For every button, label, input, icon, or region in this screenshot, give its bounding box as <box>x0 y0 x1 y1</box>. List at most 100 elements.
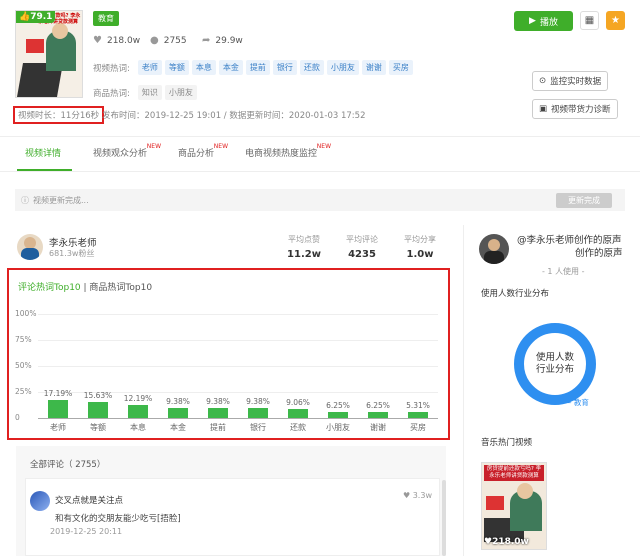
x-axis <box>38 418 438 419</box>
comments-stat: ● 2755 <box>150 35 187 46</box>
keyword-tag[interactable]: 小朋友 <box>326 60 359 75</box>
tab-audience-analysis[interactable]: 视频观众分析 NEW <box>93 143 161 159</box>
y-tick-label: 75% <box>15 335 32 344</box>
x-category-label: 还款 <box>290 423 306 432</box>
monitor-realtime-button[interactable]: ⊙ 监控实时数据 <box>532 71 609 91</box>
diagnose-button[interactable]: ▣ 视频带货力诊断 <box>532 99 618 119</box>
product-keyword-tag[interactable]: 知识 <box>137 85 162 100</box>
play-button[interactable]: ▶ 播放 <box>514 11 573 31</box>
x-category-label: 提前 <box>210 423 226 432</box>
keyword-tag[interactable]: 等额 <box>164 60 189 75</box>
monitor-icon: ⊙ <box>539 76 547 86</box>
heart-icon: ♥ <box>484 537 493 547</box>
tab-product-analysis[interactable]: 商品分析 NEW <box>178 143 228 159</box>
update-complete-button[interactable]: 更新完成 <box>556 193 612 208</box>
keyword-tag[interactable]: 本息 <box>191 60 216 75</box>
comment-time: 2019-12-25 20:11 <box>50 527 123 536</box>
commenter-name[interactable]: 交叉点就是关注点 <box>55 494 123 506</box>
comments-scrollbar[interactable] <box>442 480 446 556</box>
chart-bar[interactable] <box>128 405 148 418</box>
chart-bar[interactable] <box>208 408 228 418</box>
y-tick-label: 25% <box>15 387 32 396</box>
industry-donut: 使用人数行业分布 <box>514 323 596 405</box>
y-tick-label: 0 <box>15 413 20 422</box>
music-author-avatar[interactable] <box>479 234 509 264</box>
x-category-label: 本金 <box>170 423 186 432</box>
qr-code-button[interactable]: ▦ <box>580 11 599 30</box>
tab-product-keywords[interactable]: 商品热词Top10 <box>89 283 152 293</box>
chart-bar[interactable] <box>168 408 188 418</box>
heart-icon: ♥ <box>403 491 411 500</box>
keyword-tag[interactable]: 老师 <box>137 60 162 75</box>
video-duration: 视频时长：11分16秒 <box>13 106 105 124</box>
chart-bar[interactable] <box>88 401 108 418</box>
heart-icon: ♥ <box>93 35 102 46</box>
info-icon: ⓘ <box>21 195 29 205</box>
chart-bar[interactable] <box>328 411 348 418</box>
x-category-label: 银行 <box>250 423 266 432</box>
commenter-avatar[interactable] <box>30 491 50 511</box>
metric-avg-comments: 平均评论 4235 <box>346 235 378 260</box>
product-keyword-tag[interactable]: 小朋友 <box>164 85 197 100</box>
bar-value-label: 9.06% <box>286 397 310 407</box>
share-icon: ➦ <box>202 35 211 46</box>
category-tag: 教育 <box>93 11 119 26</box>
chart-gridline <box>38 340 438 341</box>
chart-bar[interactable] <box>408 412 428 418</box>
likes-stat: ♥ 218.0w <box>93 35 141 46</box>
x-category-label: 买房 <box>410 423 426 432</box>
keyword-tag[interactable]: 本金 <box>218 60 243 75</box>
comment-likes: ♥ 3.3w <box>403 491 432 500</box>
keyword-tag[interactable]: 提前 <box>245 60 270 75</box>
comments-header: 全部评论（ 2755） <box>30 460 106 470</box>
music-users: - 1 人使用 - <box>542 267 585 276</box>
metric-avg-shares: 平均分享 1.0w <box>404 235 436 260</box>
bar-value-label: 9.38% <box>166 397 190 407</box>
chart-bar[interactable] <box>288 408 308 418</box>
video-times: 发布时间：2019-12-25 19:01 / 数据更新时间：2020-01-0… <box>102 111 366 121</box>
y-tick-label: 50% <box>15 361 32 370</box>
x-category-label: 本息 <box>130 423 146 432</box>
qr-code-icon: ▦ <box>584 15 595 26</box>
chart-bar[interactable] <box>368 411 388 418</box>
tab-video-detail[interactable]: 视频详情 <box>25 146 61 159</box>
play-icon: ▶ <box>529 16 536 26</box>
hot-videos-title: 音乐热门视频 <box>481 438 533 448</box>
chart-gridline <box>38 314 438 315</box>
author-name[interactable]: 李永乐老师 <box>49 235 97 249</box>
industry-legend: — 教育 <box>564 398 589 407</box>
video-thumbnail[interactable]: 买房要贷款吗? 李永乐老师讲贷款测算 👍79.1 <box>15 10 83 98</box>
bar-value-label: 6.25% <box>366 400 390 410</box>
keyword-tag[interactable]: 谢谢 <box>361 60 386 75</box>
chart-tabs: 评论热词Top10 | 商品热词Top10 <box>18 283 153 293</box>
keyword-tag[interactable]: 还款 <box>299 60 324 75</box>
tab-heat-monitor[interactable]: 电商视频热度监控 NEW <box>245 143 331 159</box>
x-category-label: 等额 <box>90 423 106 432</box>
music-title[interactable]: @李永乐老师创作的原声 创作的原声 <box>517 234 637 260</box>
chart-bar[interactable] <box>48 400 68 418</box>
chart-bar[interactable] <box>248 408 268 418</box>
bar-value-label: 15.63% <box>83 390 113 400</box>
bar-value-label: 17.19% <box>43 389 73 399</box>
thumb-house <box>26 39 44 53</box>
bar-value-label: 5.31% <box>406 401 430 411</box>
comment-text: 和有文化的交朋友能少吃亏[捂脸] <box>55 514 181 524</box>
author-fans: 681.3w粉丝 <box>49 249 95 258</box>
score-badge: 👍79.1 <box>16 11 56 23</box>
product-keywords: 商品热词: 知识 小朋友 <box>93 85 200 100</box>
industry-title: 使用人数行业分布 <box>481 289 550 299</box>
x-category-label: 谢谢 <box>370 423 386 432</box>
keyword-tag[interactable]: 买房 <box>388 60 413 75</box>
x-category-label: 小朋友 <box>326 423 350 432</box>
y-tick-label: 100% <box>15 309 37 318</box>
keyword-tag[interactable]: 银行 <box>272 60 297 75</box>
favorite-button[interactable]: ★ <box>606 11 625 30</box>
active-tab-indicator <box>17 169 72 171</box>
author-avatar[interactable] <box>17 234 43 260</box>
bar-value-label: 9.38% <box>246 397 270 407</box>
hot-video-likes: ♥218.0w <box>484 537 529 547</box>
thumb-person-head <box>52 23 68 39</box>
video-keywords: 视频热词: 老师 等额 本息 本金 提前 银行 还款 小朋友 谢谢 买房 <box>93 60 416 75</box>
tab-comment-keywords[interactable]: 评论热词Top10 <box>18 283 81 293</box>
hot-video-thumbnail[interactable]: 房贷提前还款亏吗? 李永乐老师讲贷款测算 ♥218.0w <box>481 462 547 550</box>
